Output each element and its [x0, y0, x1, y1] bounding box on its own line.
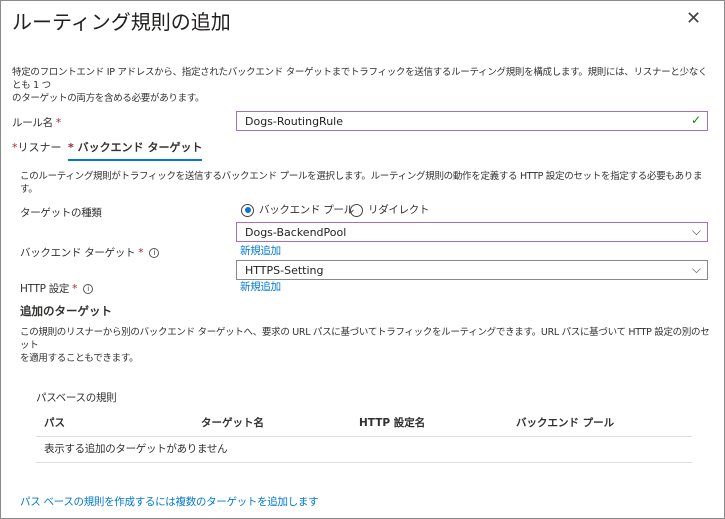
column-header-http-setting: HTTP 設定名: [359, 417, 426, 429]
radio-icon: [241, 203, 254, 217]
tab-label: バックエンド ターゲット: [77, 141, 203, 154]
description-2: のターゲットの両方を含める必要があります。: [12, 93, 205, 104]
required-mark: *: [55, 117, 61, 129]
label-text: バックエンド ターゲット: [20, 247, 136, 259]
label-text: ルール名: [12, 117, 53, 129]
backend-description: このルーティング規則がトラフィックを送信するバックエンド プールを選択します。ル…: [20, 171, 703, 195]
backend-description-block: このルーティング規則がトラフィックを送信するバックエンド プールを選択します。ル…: [20, 170, 710, 196]
description: 特定のフロントエンド IP アドレスから、指定されたバックエンド ターゲットまで…: [12, 67, 708, 91]
radio-backend-pool[interactable]: バックエンド プール: [241, 202, 354, 217]
radio-redirect[interactable]: リダイレクト: [350, 202, 430, 217]
additional-targets-heading: 追加のターゲット: [20, 304, 112, 318]
info-icon[interactable]: i: [83, 284, 94, 294]
check-icon: ✓: [690, 113, 701, 127]
add-multiple-targets-link[interactable]: パス ベースの規則を作成するには複数のターゲットを追加します: [20, 494, 319, 509]
label-text: HTTP 設定: [20, 283, 70, 295]
chevron-down-icon: ⌵: [691, 262, 701, 276]
additional-description: この規則のリスナーから別のバックエンド ターゲットへ、要求の URL パスに基づ…: [20, 327, 710, 351]
additional-description-block: この規則のリスナーから別のバックエンド ターゲットへ、要求の URL パスに基づ…: [20, 326, 710, 365]
info-icon[interactable]: i: [149, 248, 160, 258]
chevron-down-icon: ⌵: [691, 224, 701, 238]
http-setting-select[interactable]: HTTPS-Setting ⌵: [236, 260, 708, 280]
http-setting-label: HTTP 設定 * i: [20, 281, 94, 296]
rule-name-input[interactable]: Dogs-RoutingRule ✓: [236, 111, 708, 131]
dialog-title: ルーティング規則の追加: [12, 10, 231, 34]
tab-backend-target[interactable]: * バックエンド ターゲット: [68, 139, 203, 161]
description-block: 特定のフロントエンド IP アドレスから、指定されたバックエンド ターゲットまで…: [12, 66, 712, 105]
input-value: Dogs-RoutingRule: [245, 115, 344, 128]
select-value: Dogs-BackendPool: [245, 226, 347, 239]
rule-name-label: ルール名 *: [12, 115, 61, 130]
divider: [36, 462, 692, 463]
backend-target-select[interactable]: Dogs-BackendPool ⌵: [236, 222, 708, 242]
additional-description-2: を適用することもできます。: [20, 353, 139, 364]
column-header-target-name: ターゲット名: [201, 417, 264, 429]
tab-listener[interactable]: *リスナー: [12, 139, 62, 155]
add-new-http-link[interactable]: 新規追加: [240, 279, 281, 294]
empty-table-message: 表示する追加のターゲットがありません: [44, 443, 228, 455]
divider: [36, 436, 692, 437]
add-new-backend-link[interactable]: 新規追加: [240, 243, 281, 258]
radio-label: リダイレクト: [368, 204, 430, 216]
backend-target-label: バックエンド ターゲット * i: [20, 245, 160, 260]
radio-icon: [350, 203, 363, 217]
select-value: HTTPS-Setting: [245, 264, 324, 277]
radio-label: バックエンド プール: [259, 204, 354, 216]
column-header-backend-pool: バックエンド プール: [516, 417, 615, 429]
path-rules-label: パスベースの規則: [36, 392, 117, 404]
target-type-label: ターゲットの種類: [20, 207, 102, 219]
close-icon[interactable]: ✕: [686, 8, 701, 29]
tab-label: リスナー: [17, 141, 62, 154]
column-header-path: パス: [44, 417, 65, 429]
